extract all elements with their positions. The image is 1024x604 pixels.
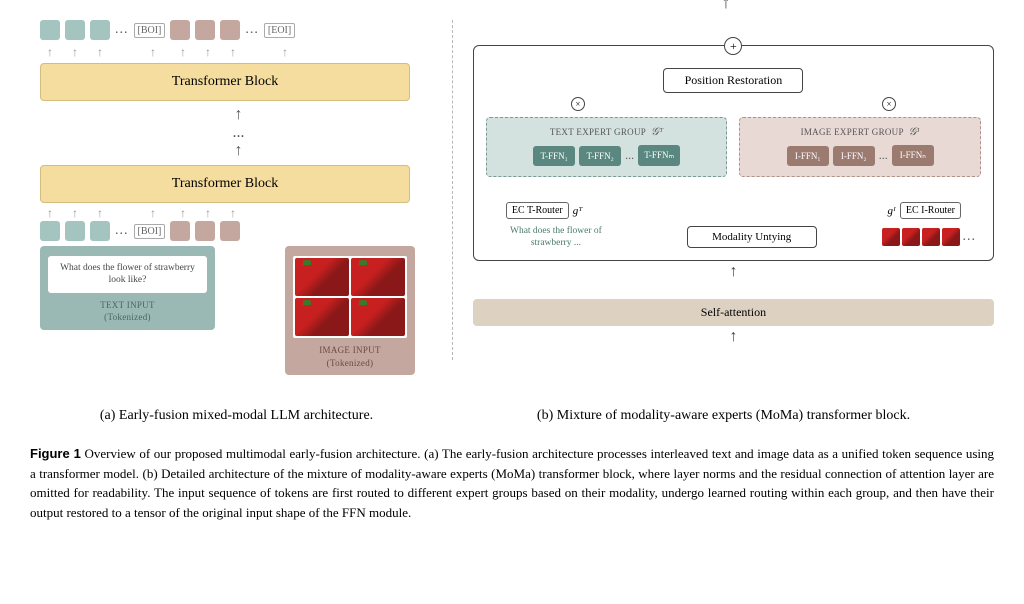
- i-ffn-1: I-FFN₁: [787, 146, 829, 166]
- ieg-title: IMAGE EXPERT GROUP 𝒢ᴵ: [746, 126, 974, 139]
- moma-block-outer: + Position Restoration × × TEXT EXPERT G…: [473, 45, 994, 261]
- text-token: [90, 221, 110, 241]
- text-token: [65, 221, 85, 241]
- dots: ...: [879, 148, 888, 163]
- image-input-label: IMAGE INPUT(Tokenized): [293, 344, 407, 369]
- caption-b: (b) Mixture of modality-aware experts (M…: [453, 408, 994, 424]
- image-input-box: IMAGE INPUT(Tokenized): [285, 246, 415, 375]
- image-expert-group: IMAGE EXPERT GROUP 𝒢ᴵ I-FFN₁ I-FFN₂ ... …: [739, 117, 981, 177]
- panel-b: ↑ + Position Restoration × × TEXT EXPERT…: [458, 20, 994, 400]
- dots: ...: [625, 148, 634, 163]
- multiply-icon-right: ×: [882, 97, 896, 111]
- residual-add-icon: +: [724, 37, 742, 55]
- dots: ...: [245, 22, 259, 38]
- gT-notation: gᵀ: [573, 205, 583, 217]
- text-input-label: TEXT INPUT(Tokenized): [48, 299, 207, 324]
- subcaptions-row: (a) Early-fusion mixed-modal LLM archite…: [30, 408, 994, 424]
- eoi-token: [EOI]: [264, 23, 295, 38]
- input-arrow: ↑: [473, 328, 994, 346]
- image-token: [220, 221, 240, 241]
- text-token: [40, 20, 60, 40]
- text-token: [90, 20, 110, 40]
- sample-stream-row: What does the flower of strawberry ... M…: [486, 225, 981, 250]
- image-token: [195, 20, 215, 40]
- image-token: [195, 221, 215, 241]
- t-ffn-1: T-FFN₁: [533, 146, 575, 166]
- sample-images: ...: [882, 228, 976, 246]
- text-input-box: What does the flower of strawberry look …: [40, 246, 215, 330]
- image-token: [220, 20, 240, 40]
- panel-a: ... [BOI] ... [EOI] ↑↑↑ ↑ ↑↑↑ ↑ Transfor…: [30, 20, 447, 400]
- input-tokens-row: ... [BOI]: [40, 221, 447, 241]
- figure-label: Figure 1: [30, 446, 81, 461]
- output-tokens-row: ... [BOI] ... [EOI]: [40, 20, 447, 40]
- sample-text: What does the flower of strawberry ...: [491, 225, 621, 250]
- teg-title: TEXT EXPERT GROUP 𝒢ᵀ: [493, 126, 721, 139]
- position-restoration-box: Position Restoration: [663, 68, 803, 93]
- image-token: [170, 221, 190, 241]
- self-attention-box: Self-attention: [473, 299, 994, 326]
- dots: ...: [115, 22, 129, 38]
- router-row: EC T-Router gᵀ gᴵ EC I-Router: [486, 202, 981, 219]
- arrows-row: ↑↑↑ ↑ ↑↑↑ ↑: [40, 45, 447, 60]
- stack-dots: ↑...↑: [30, 106, 447, 160]
- i-ffn-2: I-FFN₂: [833, 146, 875, 166]
- figure-caption: Figure 1 Overview of our proposed multim…: [30, 444, 994, 522]
- dots: ...: [115, 223, 129, 239]
- transformer-block-bottom: Transformer Block: [40, 165, 410, 203]
- i-ffn-n: I-FFNₙ: [892, 145, 934, 166]
- t-ffn-m: T-FFNₘ: [638, 145, 680, 166]
- caption-a: (a) Early-fusion mixed-modal LLM archite…: [30, 408, 443, 424]
- image-token: [170, 20, 190, 40]
- t-ffn-2: T-FFN₂: [579, 146, 621, 166]
- text-token: [40, 221, 60, 241]
- transformer-block-top: Transformer Block: [40, 63, 410, 101]
- figure-caption-text: Overview of our proposed multimodal earl…: [30, 446, 994, 520]
- gI-notation: gᴵ: [887, 205, 895, 217]
- expert-groups-row: TEXT EXPERT GROUP 𝒢ᵀ T-FFN₁ T-FFN₂ ... T…: [486, 117, 981, 177]
- output-arrow: ↑: [721, 0, 730, 13]
- modality-untying-box: Modality Untying: [687, 226, 817, 248]
- text-expert-group: TEXT EXPERT GROUP 𝒢ᵀ T-FFN₁ T-FFN₂ ... T…: [486, 117, 728, 177]
- boi-token: [BOI]: [134, 23, 166, 38]
- arrows-row-bottom: ↑↑↑ ↑ ↑↑↑: [40, 206, 447, 221]
- text-input-prompt: What does the flower of strawberry look …: [48, 256, 207, 293]
- multiply-icon-left: ×: [571, 97, 585, 111]
- arrow-up-icon: ↑: [473, 263, 994, 281]
- strawberry-image: [293, 256, 407, 338]
- text-token: [65, 20, 85, 40]
- boi-token: [BOI]: [134, 224, 166, 239]
- panel-divider: [452, 20, 453, 360]
- t-router: EC T-Router: [506, 202, 569, 219]
- figure-container: ... [BOI] ... [EOI] ↑↑↑ ↑ ↑↑↑ ↑ Transfor…: [30, 20, 994, 400]
- i-router: EC I-Router: [900, 202, 961, 219]
